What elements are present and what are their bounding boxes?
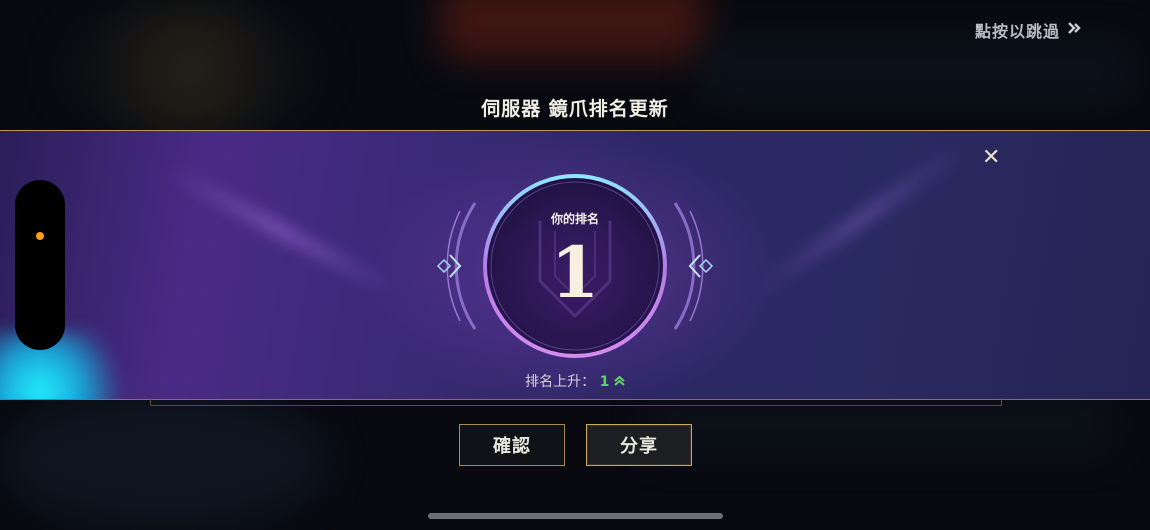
rank-change-label: 排名上升：	[525, 374, 596, 390]
rank-value: 1	[550, 231, 600, 314]
page-title: 伺服器 鏡爪排名更新	[481, 98, 669, 120]
confirm-button[interactable]: 確認	[459, 424, 565, 466]
share-button[interactable]: 分享	[586, 424, 692, 466]
side-handle[interactable]	[15, 180, 65, 350]
skip-label: 點按以跳過	[974, 22, 1060, 41]
rank-update-banner: 你的排名 1 排名上升： 1 ✕	[0, 130, 1150, 400]
your-rank-label: 你的排名	[550, 212, 599, 226]
skip-button[interactable]: 點按以跳過	[975, 18, 1082, 42]
home-indicator-bar[interactable]	[428, 513, 723, 519]
rank-change: 排名上升： 1	[0, 371, 1150, 391]
double-chevron-up-icon	[614, 375, 625, 389]
panel-frame-edge	[150, 398, 1002, 406]
rank-change-value: 1	[599, 374, 610, 390]
close-icon[interactable]: ✕	[982, 147, 1000, 169]
skip-arrow-icon	[1066, 20, 1082, 40]
indicator-dot	[36, 232, 44, 240]
